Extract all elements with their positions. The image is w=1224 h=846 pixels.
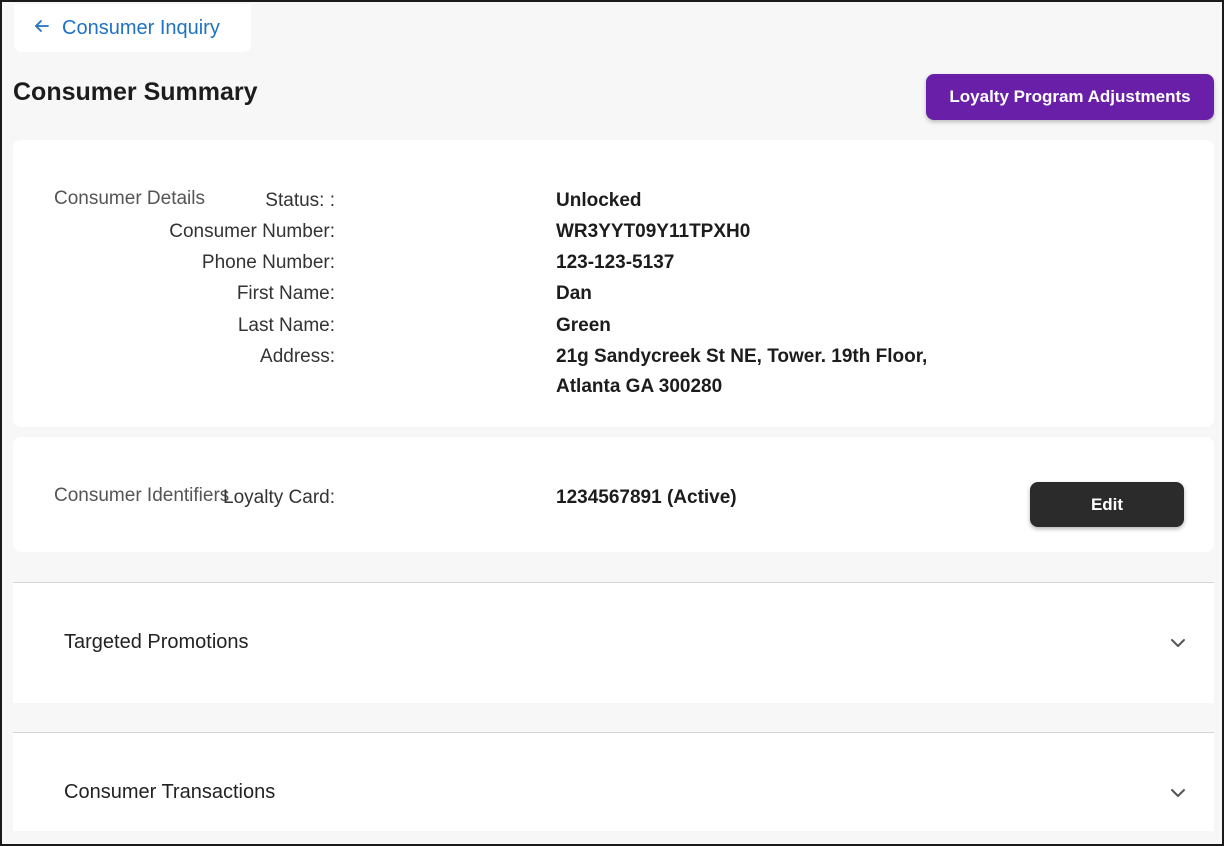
arrow-left-icon xyxy=(34,17,50,40)
consumer-number-value: WR3YYT09Y11TPXH0 xyxy=(556,221,751,242)
consumer-identifiers-card: Consumer Identifiers Loyalty Card: 12345… xyxy=(13,437,1214,552)
consumer-transactions-accordion[interactable]: Consumer Transactions xyxy=(13,732,1214,831)
last-name-label: Last Name: xyxy=(237,315,335,336)
first-name-label: First Name: xyxy=(236,283,335,304)
phone-number-label: Phone Number: xyxy=(201,252,335,273)
field-row-phone-number: Phone Number: 123-123-5137 xyxy=(13,252,1013,283)
address-label: Address: xyxy=(260,346,335,367)
field-row-first-name: First Name: Dan xyxy=(13,283,1013,314)
consumer-transactions-title: Consumer Transactions xyxy=(64,781,276,803)
loyalty-card-value: 1234567891 (Active) xyxy=(556,487,737,508)
field-row-loyalty-card: Loyalty Card: 1234567891 (Active) xyxy=(13,487,1013,518)
loyalty-program-adjustments-button[interactable]: Loyalty Program Adjustments xyxy=(926,74,1214,120)
targeted-promotions-title: Targeted Promotions xyxy=(64,631,249,653)
consumer-number-label: Consumer Number: xyxy=(169,221,335,242)
field-row-status: Status: : Unlocked xyxy=(13,190,1013,221)
field-row-consumer-number: Consumer Number: WR3YYT09Y11TPXH0 xyxy=(13,221,1013,252)
field-row-address-line2: Atlanta GA 300280 xyxy=(13,376,1013,407)
chevron-down-icon xyxy=(1168,633,1188,653)
field-row-address: Address: 21g Sandycreek St NE, Tower. 19… xyxy=(13,346,1013,377)
last-name-value: Green xyxy=(556,315,611,336)
targeted-promotions-accordion[interactable]: Targeted Promotions xyxy=(13,582,1214,703)
address-value-line1: 21g Sandycreek St NE, Tower. 19th Floor, xyxy=(556,346,928,367)
app-frame: Consumer Inquiry Consumer Summary Loyalt… xyxy=(0,0,1224,846)
edit-loyalty-card-button[interactable]: Edit xyxy=(1030,482,1184,527)
phone-number-value: 123-123-5137 xyxy=(556,252,675,273)
loyalty-card-label: Loyalty Card: xyxy=(223,487,335,508)
back-to-consumer-inquiry-link[interactable]: Consumer Inquiry xyxy=(14,4,251,52)
page-title: Consumer Summary xyxy=(13,78,258,106)
consumer-details-card: Consumer Details Status: : Unlocked Cons… xyxy=(13,140,1214,427)
status-label: Status: : xyxy=(265,190,335,211)
back-link-label: Consumer Inquiry xyxy=(62,16,220,39)
address-value-line2: Atlanta GA 300280 xyxy=(556,376,723,397)
chevron-down-icon xyxy=(1168,783,1188,803)
first-name-value: Dan xyxy=(556,283,592,304)
status-value: Unlocked xyxy=(556,190,642,211)
